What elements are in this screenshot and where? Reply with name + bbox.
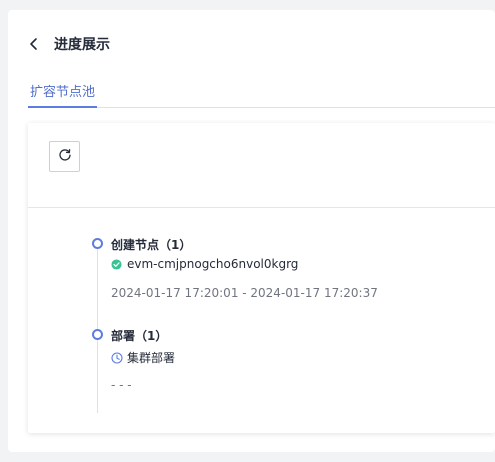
timeline-line <box>97 243 98 413</box>
deploy-item: 集群部署 <box>127 351 176 365</box>
back-arrow-icon[interactable] <box>28 34 44 54</box>
step-item: evm-cmjpnogcho6nvol0kgrg <box>111 257 298 271</box>
progress-card: 创建节点（1） evm-cmjpnogcho6nvol0kgrg 2024-01… <box>28 123 495 433</box>
timeline-node <box>92 238 103 249</box>
clock-icon <box>111 351 123 364</box>
step-title: 部署（1） <box>111 329 168 343</box>
step-title: 创建节点（1） <box>111 238 192 252</box>
refresh-button[interactable] <box>49 141 80 172</box>
divider <box>28 207 495 208</box>
refresh-icon <box>58 147 72 166</box>
check-circle-icon <box>111 258 123 270</box>
page-title: 进度展示 <box>54 37 110 53</box>
page-header: 进度展示 <box>28 34 110 54</box>
tab-expand-node-pool[interactable]: 扩容节点池 <box>28 78 98 108</box>
step-item: 集群部署 <box>111 349 175 366</box>
step-time-range: 2024-01-17 17:20:01 - 2024-01-17 17:20:3… <box>111 286 378 300</box>
timeline-node <box>92 329 103 340</box>
progress-panel: 进度展示 扩容节点池 创建节点（1） evm-cmjpnogcho6nvol0k… <box>8 10 495 452</box>
node-name: evm-cmjpnogcho6nvol0kgrg <box>127 257 299 271</box>
step-time-range: - - - <box>111 378 132 392</box>
tab-bar: 扩容节点池 <box>28 78 495 108</box>
